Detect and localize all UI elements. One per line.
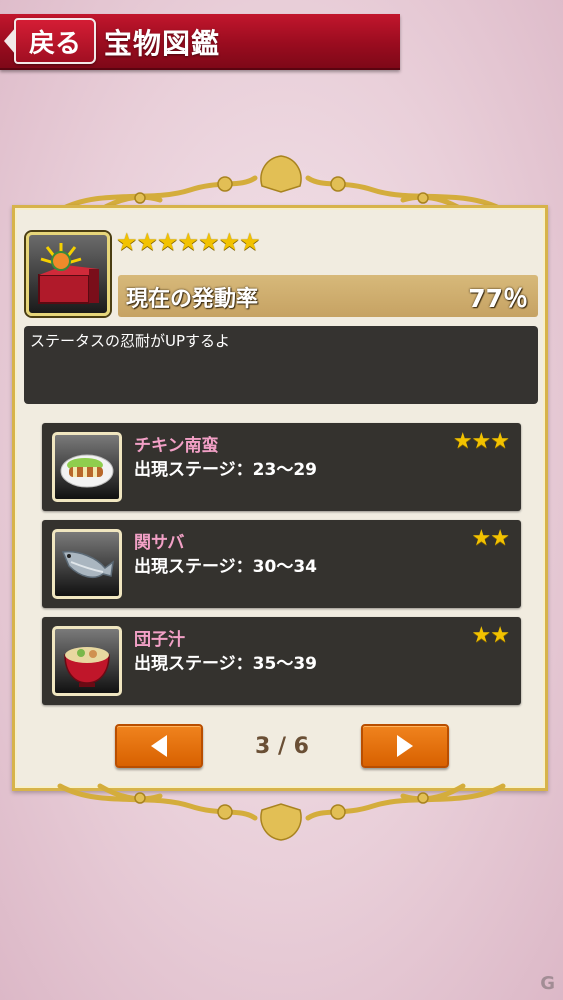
food-name: 関サバ: [134, 533, 185, 553]
page-indicator: 3 / 6: [255, 734, 309, 759]
previous-page-button[interactable]: [115, 724, 203, 768]
food-list-item[interactable]: 団子汁 出現ステージ：35〜39 ★★: [42, 617, 521, 705]
activation-rate-bar: 現在の発動率 77％: [118, 275, 538, 317]
food-stars: ★★★: [452, 429, 510, 454]
arrow-left-icon: [151, 735, 167, 757]
page-title: 宝物図鑑: [104, 27, 221, 60]
mackerel-icon: [61, 550, 114, 579]
food-thumbnail: [52, 432, 122, 502]
description-box: ステータスの忍耐がUPするよ: [24, 326, 538, 404]
bottom-ornament: [57, 783, 506, 841]
food-stage: 出現ステージ：30〜34: [134, 557, 317, 577]
watermark-logo: G: [540, 973, 555, 994]
dango-soup-icon: [64, 647, 110, 687]
back-button-label: 戻る: [28, 28, 81, 59]
back-button[interactable]: 戻る: [4, 18, 96, 64]
back-arrow-icon: [4, 27, 16, 55]
food-thumbnail: [52, 529, 122, 599]
food-thumbnail: [52, 626, 122, 696]
food-list-item[interactable]: 関サバ 出現ステージ：30〜34 ★★: [42, 520, 521, 608]
rate-label: 現在の発動率: [126, 287, 259, 312]
arrow-right-icon: [397, 735, 413, 757]
treasure-icon: [26, 232, 110, 316]
description-text: ステータスの忍耐がUPするよ: [30, 332, 231, 350]
rarity-stars: ★★★★★★★: [116, 228, 261, 256]
treasure-box-icon: [38, 243, 99, 304]
food-stars: ★★: [471, 526, 510, 551]
food-stars: ★★: [471, 623, 510, 648]
food-stage: 出現ステージ：35〜39: [134, 654, 317, 674]
next-page-button[interactable]: [361, 724, 449, 768]
rate-value: 77％: [468, 284, 528, 313]
food-name: チキン南蛮: [134, 436, 219, 456]
food-name: 団子汁: [134, 630, 185, 650]
header-bar: 戻る 宝物図鑑: [0, 14, 400, 70]
food-list-item[interactable]: チキン南蛮 出現ステージ：23〜29 ★★★: [42, 423, 521, 511]
chicken-nanban-icon: [60, 454, 114, 488]
food-stage: 出現ステージ：23〜29: [134, 460, 317, 480]
